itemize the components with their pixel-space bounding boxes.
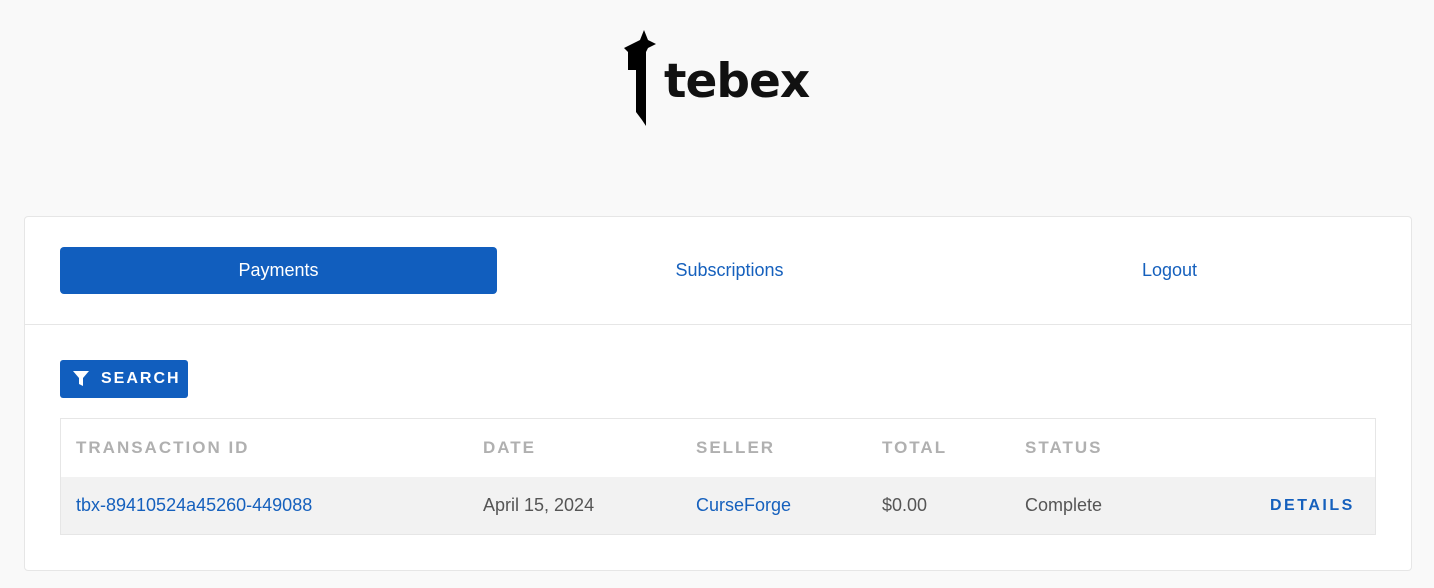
brand-logo: tebex <box>622 30 814 128</box>
payment-date: April 15, 2024 <box>483 495 595 515</box>
transaction-id-link[interactable]: tbx-89410524a45260-449088 <box>76 477 312 534</box>
tab-subscriptions[interactable]: Subscriptions <box>511 247 948 294</box>
column-header-transaction-id: TRANSACTION ID <box>76 437 250 457</box>
search-button-label: SEARCH <box>101 370 181 387</box>
brand-name: tebex <box>664 54 810 109</box>
column-header-total: TOTAL <box>882 437 948 457</box>
table-row: tbx-89410524a45260-449088 April 15, 2024… <box>61 477 1375 534</box>
tab-payments[interactable]: Payments <box>60 247 497 294</box>
search-button[interactable]: SEARCH <box>60 360 188 398</box>
column-header-status: STATUS <box>1025 437 1103 457</box>
tebex-logo-icon <box>624 30 656 126</box>
filter-icon <box>73 371 89 386</box>
payments-table: TRANSACTION ID DATE SELLER TOTAL STATUS … <box>60 418 1376 535</box>
payment-status: Complete <box>1025 495 1103 515</box>
account-card: Payments Subscriptions Logout SEARCH TRA… <box>24 216 1412 571</box>
seller-link[interactable]: CurseForge <box>696 477 791 534</box>
column-header-seller: SELLER <box>696 437 776 457</box>
payment-total: $0.00 <box>882 495 928 515</box>
nav-tabs: Payments Subscriptions Logout <box>25 217 1411 325</box>
column-header-date: DATE <box>483 437 537 457</box>
details-button[interactable]: DETAILS <box>1270 477 1355 534</box>
table-header-row: TRANSACTION ID DATE SELLER TOTAL STATUS <box>61 419 1375 476</box>
tab-logout[interactable]: Logout <box>951 247 1388 294</box>
